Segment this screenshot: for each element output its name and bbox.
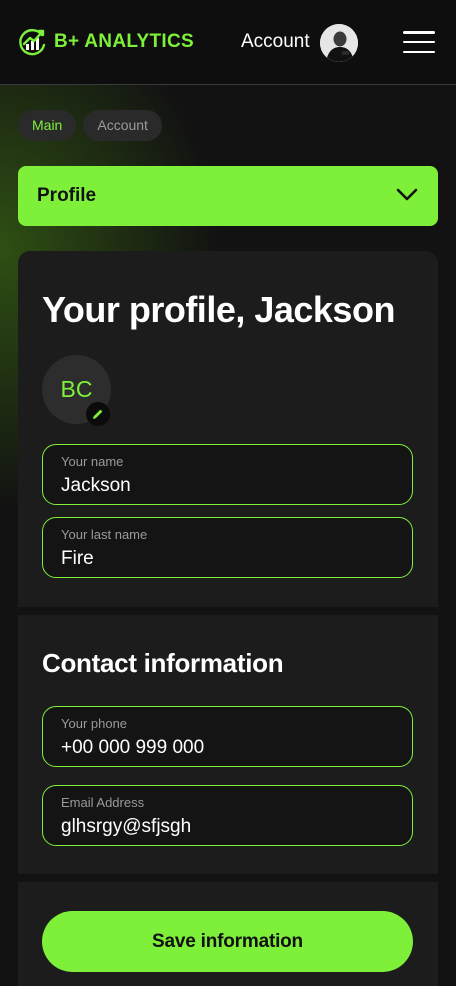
save-information-button[interactable]: Save information (42, 911, 413, 972)
account-link[interactable]: Account (241, 31, 310, 53)
menu-line (403, 50, 435, 53)
page: B+ ANALYTICS Account Main Account Profil… (0, 0, 456, 986)
edit-avatar-button[interactable] (86, 402, 110, 426)
phone-input[interactable] (61, 737, 401, 759)
actions-card: Save information (18, 882, 438, 986)
email-label: Email Address (61, 795, 145, 810)
first-name-label: Your name (61, 454, 124, 469)
user-avatar[interactable] (320, 24, 358, 62)
last-name-field[interactable]: Your last name (42, 517, 413, 578)
first-name-field[interactable]: Your name (42, 444, 413, 505)
brand-name: B+ ANALYTICS (54, 31, 194, 52)
profile-card: Your profile, Jackson BC Your name Your … (18, 251, 438, 607)
breadcrumb-account[interactable]: Account (83, 110, 162, 141)
breadcrumb-main[interactable]: Main (18, 110, 77, 141)
pencil-icon (93, 409, 103, 419)
page-title: Your profile, Jackson (42, 289, 395, 330)
contact-section-title: Contact information (42, 648, 284, 678)
menu-line (403, 31, 435, 34)
analytics-logo-icon (19, 28, 46, 56)
menu-line (403, 40, 435, 44)
email-field[interactable]: Email Address (42, 785, 413, 846)
top-header: B+ ANALYTICS Account (0, 0, 456, 85)
last-name-input[interactable] (61, 548, 401, 570)
chevron-down-icon (396, 188, 418, 201)
phone-label: Your phone (61, 716, 128, 731)
hamburger-menu-icon[interactable] (403, 31, 435, 53)
section-dropdown[interactable]: Profile (18, 166, 438, 226)
user-photo-icon (320, 24, 358, 62)
last-name-label: Your last name (61, 527, 148, 542)
email-input[interactable] (61, 816, 401, 838)
contact-card: Contact information Your phone Email Add… (18, 615, 438, 874)
breadcrumb: Main Account (18, 110, 162, 141)
first-name-input[interactable] (61, 475, 401, 497)
brand-logo[interactable]: B+ ANALYTICS (18, 27, 194, 57)
section-dropdown-label: Profile (37, 185, 97, 206)
phone-field[interactable]: Your phone (42, 706, 413, 767)
